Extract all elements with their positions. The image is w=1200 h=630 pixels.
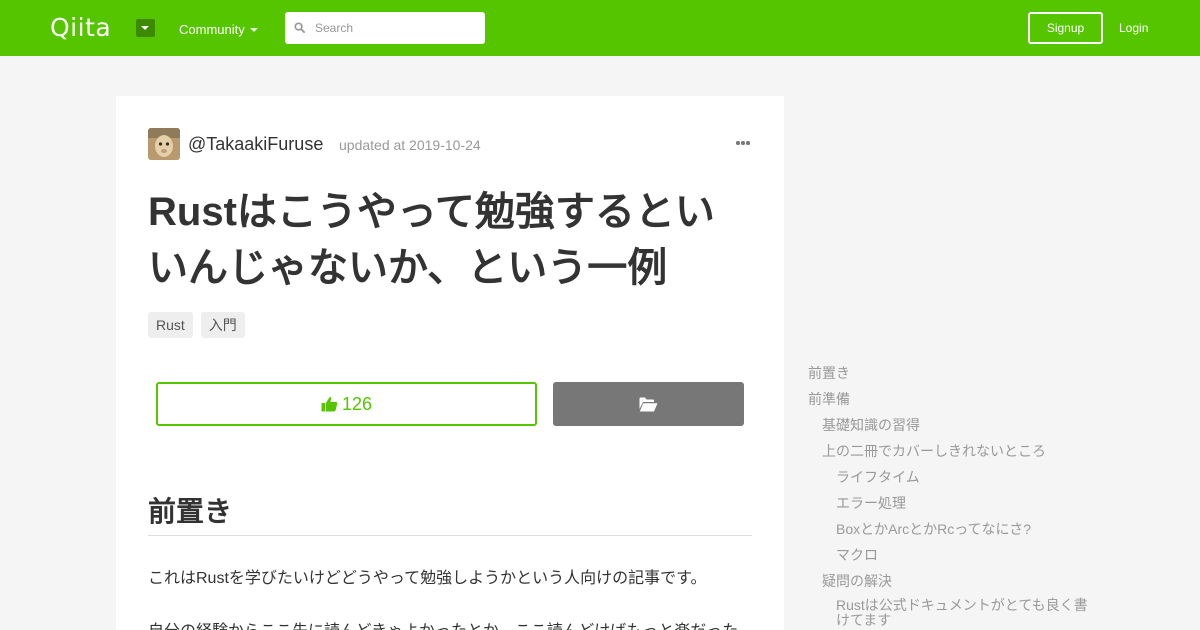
- article-card: [116, 96, 784, 630]
- toc-item[interactable]: BoxとかArcとかRcってなにさ?: [836, 520, 1031, 538]
- toc-item[interactable]: Rustは公式ドキュメントがとても良く書: [836, 598, 1088, 612]
- login-link[interactable]: Login: [1119, 21, 1148, 35]
- author-username[interactable]: @TakaakiFuruse: [188, 134, 323, 155]
- toc-item[interactable]: 上の二冊でカバーしきれないところ: [822, 442, 1046, 460]
- toc-item[interactable]: 基礎知識の習得: [822, 416, 920, 434]
- search-icon: [294, 22, 305, 33]
- more-dots-icon[interactable]: [736, 141, 750, 145]
- global-header: Qiita Community Signup Login: [0, 0, 1200, 56]
- toc-item[interactable]: マクロ: [836, 546, 878, 564]
- search-box[interactable]: [285, 12, 485, 44]
- stock-button[interactable]: [553, 382, 744, 426]
- qiita-logo[interactable]: Qiita: [50, 13, 111, 42]
- like-button[interactable]: 126: [156, 382, 537, 426]
- toc-item[interactable]: 前準備: [808, 390, 850, 408]
- search-input[interactable]: [315, 12, 480, 44]
- article-title: Rustはこうやって勉強するとい いんじゃないか、という一例: [148, 184, 748, 296]
- like-count: 126: [341, 393, 373, 414]
- thumbs-up-icon: [321, 397, 338, 412]
- toc-item[interactable]: けてます: [836, 613, 891, 627]
- section-heading: 前置き: [148, 490, 752, 536]
- tag-nyumon[interactable]: 入門: [200, 312, 245, 338]
- toc-item[interactable]: ライフタイム: [836, 468, 920, 486]
- toc-item[interactable]: エラー処理: [836, 494, 906, 512]
- logo-dropdown-button[interactable]: [136, 19, 155, 37]
- folder-open-icon: [639, 397, 658, 411]
- toc-item[interactable]: 前置き: [808, 364, 850, 382]
- toc-item[interactable]: 疑問の解決: [822, 572, 892, 590]
- chevron-down-icon[interactable]: [250, 28, 258, 32]
- tag-list: Rust 入門: [148, 312, 245, 338]
- article-title-line-2: いんじゃないか、という一例: [148, 246, 668, 290]
- article-title-line-1: Rustはこうやって勉強するとい: [148, 190, 715, 234]
- community-menu[interactable]: Community: [179, 22, 245, 37]
- tag-rust[interactable]: Rust: [148, 312, 193, 338]
- avatar[interactable]: [148, 128, 180, 160]
- paragraph: これはRustを学びたいけどどうやって勉強しようかという人向けの記事です。: [148, 570, 707, 587]
- updated-date: updated at 2019-10-24: [339, 137, 481, 153]
- signup-button[interactable]: Signup: [1028, 12, 1103, 44]
- paragraph: 自分の経験からここ先に読んどきゃよかったとか、ここ読んどけばもっと楽だった: [148, 617, 752, 630]
